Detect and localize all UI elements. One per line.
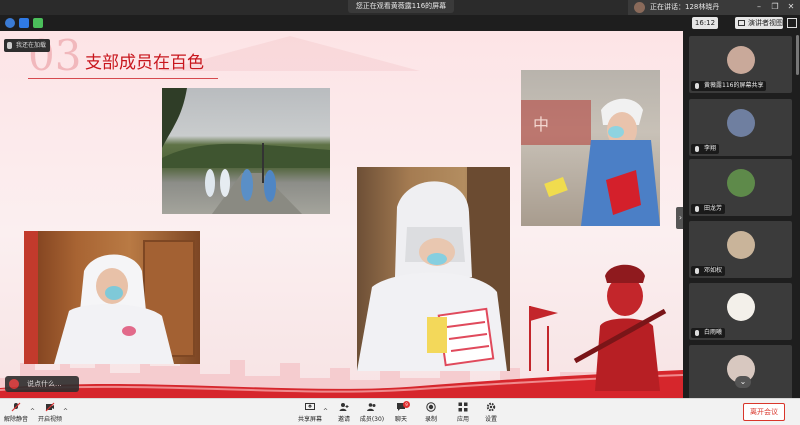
participant-name: 白雨曦 [691, 328, 726, 338]
invite-label: 邀请 [337, 416, 350, 423]
participant-tile[interactable]: 黄薇露116的屏幕共享 [689, 36, 792, 93]
participant-tile[interactable]: 邓如权 [689, 221, 792, 278]
participant-avatar [727, 109, 755, 137]
chat-avatar-icon [9, 379, 19, 389]
members-icon [367, 403, 376, 411]
loading-tag-label: 我还在加载 [16, 42, 47, 49]
participant-name-text: 田龙芳 [704, 205, 723, 212]
speaking-label: 正在讲话：128林晓丹 [650, 3, 720, 11]
participant-name-text: 李翔 [704, 145, 717, 152]
title-underline [28, 78, 218, 79]
participant-avatar [727, 293, 755, 321]
chat-label: 聊天 [394, 416, 407, 423]
participant-name: 李翔 [691, 144, 720, 154]
mic-muted-icon [11, 402, 21, 412]
participant-avatar [727, 46, 755, 74]
share-options-caret-icon[interactable]: ^ [323, 408, 328, 415]
close-icon[interactable]: ✕ [784, 2, 798, 12]
share-screen-icon [305, 403, 315, 410]
apps-button[interactable]: 应用 [449, 401, 477, 425]
participant-name-text: 黄薇露116的屏幕共享 [704, 82, 764, 89]
apps-icon [458, 402, 468, 412]
participant-tile[interactable]: 李翔 [689, 99, 792, 156]
participant-name: 田龙芳 [691, 204, 726, 214]
meeting-toolbar: 解除静音 ^ 开启视频 ^ 共享屏幕 ^ 邀请 成员(30) 9 聊天 录制 应… [0, 398, 800, 425]
meeting-window: 您正在观看黄薇露116的屏幕 正在讲话：128林晓丹 – ❐ ✕ 16:12 演… [0, 0, 800, 425]
members-label: 成员(30) [359, 416, 385, 423]
participant-name: 邓如权 [691, 266, 726, 276]
unmute-label: 解除静音 [3, 416, 28, 423]
restore-icon[interactable]: ❐ [768, 2, 782, 12]
signal-icon[interactable] [33, 18, 43, 28]
title-bar: 您正在观看黄薇露116的屏幕 正在讲话：128林晓丹 – ❐ ✕ [0, 0, 800, 15]
participant-avatar [727, 231, 755, 259]
view-bar: 16:12 演讲者视图 [0, 15, 800, 31]
record-label: 录制 [424, 416, 437, 423]
quick-chat-placeholder: 说点什么... [27, 380, 62, 388]
scroll-down-icon[interactable]: ⌄ [735, 376, 751, 388]
loading-tag: 我还在加载 [4, 39, 50, 52]
grid-icon [738, 20, 745, 26]
participant-name-text: 白雨曦 [704, 329, 723, 336]
participant-avatar [727, 169, 755, 197]
gear-icon [486, 402, 496, 412]
speaker-view-label: 演讲者视图 [748, 19, 783, 27]
mic-icon [695, 206, 699, 212]
unmute-button[interactable]: 解除静音 [2, 401, 30, 425]
info-icon[interactable] [5, 18, 15, 28]
photo-volunteer-red-armband: 中 [521, 70, 660, 226]
participant-tile[interactable]: 白雨曦 [689, 283, 792, 340]
participant-name-text: 邓如权 [704, 267, 723, 274]
chat-unread-badge: 9 [403, 401, 410, 408]
camera-off-icon [45, 402, 55, 412]
mic-icon [695, 146, 699, 152]
start-video-button[interactable]: 开启视频 [36, 401, 64, 425]
leave-meeting-button[interactable]: 离开会议 [743, 403, 785, 421]
speaker-avatar [634, 2, 645, 13]
soldier-illustration [573, 264, 667, 391]
settings-button[interactable]: 设置 [477, 401, 505, 425]
audio-options-caret-icon[interactable]: ^ [30, 408, 35, 415]
mic-icon [7, 42, 12, 49]
share-banner: 您正在观看黄薇露116的屏幕 [348, 0, 454, 13]
participants-panel: 黄薇露116的屏幕共享 李翔田龙芳邓如权白雨曦 ⌄ [683, 31, 800, 402]
quick-chat-input[interactable]: 说点什么... [5, 376, 79, 392]
participant-name: 黄薇露116的屏幕共享 [691, 81, 767, 91]
meeting-timer: 16:12 [692, 17, 718, 29]
invite-button[interactable]: 邀请 [330, 401, 358, 425]
participant-tile[interactable] [689, 345, 792, 402]
participant-tile[interactable]: 田龙芳 [689, 159, 792, 216]
shield-icon[interactable] [19, 18, 29, 28]
share-screen-button[interactable]: 共享屏幕 [296, 401, 324, 425]
slide-title: 支部成员在百色 [85, 53, 204, 73]
photo-field-team [162, 88, 330, 214]
panel-scrollbar[interactable] [796, 35, 799, 75]
apps-label: 应用 [456, 416, 469, 423]
record-icon [426, 402, 436, 412]
invite-icon [339, 403, 349, 411]
video-options-caret-icon[interactable]: ^ [63, 408, 68, 415]
record-button[interactable]: 录制 [417, 401, 445, 425]
mic-icon [695, 330, 699, 336]
photo-volunteer-at-door [24, 231, 200, 364]
settings-label: 设置 [484, 416, 497, 423]
speaker-view-button[interactable]: 演讲者视图 [735, 17, 783, 29]
chat-button[interactable]: 9 聊天 [387, 401, 415, 425]
mic-icon [695, 83, 699, 89]
mic-icon [695, 268, 699, 274]
shared-slide: 03 支部成员在百色 中 我还在加载 说点什么... [0, 31, 683, 398]
minimize-icon[interactable]: – [752, 2, 766, 12]
start-video-label: 开启视频 [37, 416, 62, 423]
svg-text:中: 中 [533, 115, 549, 134]
share-screen-label: 共享屏幕 [297, 416, 322, 423]
fullscreen-icon[interactable] [787, 18, 797, 28]
members-button[interactable]: 成员(30) [358, 401, 386, 425]
flag-silhouette [529, 306, 558, 371]
photo-volunteer-writing [357, 167, 510, 371]
